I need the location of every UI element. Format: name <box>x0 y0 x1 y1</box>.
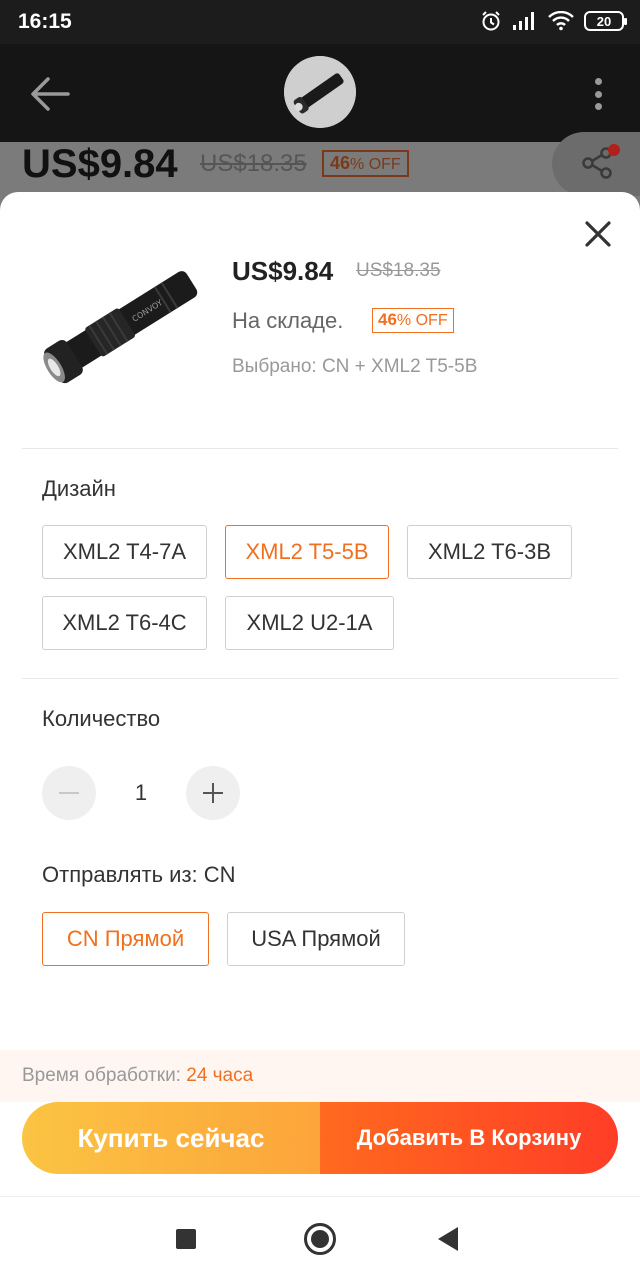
ship-option-cn[interactable]: CN Прямой <box>42 912 209 966</box>
processing-time: Время обработки: 24 часа <box>0 1050 640 1102</box>
purchase-actions: Купить сейчас Добавить В Корзину <box>22 1102 618 1174</box>
system-nav-bar <box>0 1196 640 1280</box>
status-time: 16:15 <box>18 10 72 33</box>
design-option-u2-1a[interactable]: XML2 U2-1A <box>225 596 394 650</box>
system-back-button[interactable] <box>438 1227 458 1251</box>
discount-number: 46 <box>378 310 397 329</box>
processing-time-value: 24 часа <box>186 1065 254 1086</box>
stock-status: На складе. <box>232 308 344 333</box>
divider <box>22 448 618 449</box>
product-image: CONVOY <box>30 250 214 400</box>
ship-from-label: Отправлять из: CN <box>42 862 236 887</box>
design-option-t6-4c[interactable]: XML2 T6-4C <box>42 596 207 650</box>
design-option-t5-5b[interactable]: XML2 T5-5B <box>225 525 389 579</box>
status-icons: 20 <box>480 10 627 32</box>
notification-dot <box>608 144 620 156</box>
background-discount-badge: 46% OFF <box>322 150 409 177</box>
divider <box>22 678 618 679</box>
discount-badge: 46% OFF <box>372 308 454 333</box>
wifi-icon <box>548 11 574 31</box>
design-label: Дизайн <box>42 476 116 501</box>
selected-summary: Выбрано: CN + XML2 T5-5B <box>232 356 478 377</box>
back-arrow-icon <box>31 77 70 111</box>
sheet-old-price: US$18.35 <box>356 260 441 281</box>
background-old-price: US$18.35 <box>200 150 307 177</box>
product-header <box>0 44 640 142</box>
background-discount-number: 46 <box>330 153 351 173</box>
sku-selection-sheet: CONVOY US$9.84 US$18.35 На складе. 46% O… <box>0 192 640 1196</box>
quantity-increase-button[interactable] <box>186 766 240 820</box>
minus-icon <box>59 792 79 794</box>
processing-time-label: Время обработки: <box>22 1065 187 1086</box>
design-option-t4-7a[interactable]: XML2 T4-7A <box>42 525 207 579</box>
header-product-thumbnail[interactable] <box>284 56 356 128</box>
recents-button[interactable] <box>176 1229 196 1249</box>
add-to-cart-button[interactable]: Добавить В Корзину <box>320 1102 618 1174</box>
quantity-label: Количество <box>42 706 161 731</box>
status-bar: 16:15 20 <box>0 0 640 44</box>
home-icon <box>311 1230 329 1248</box>
battery-icon: 20 <box>584 11 627 31</box>
back-button[interactable] <box>28 74 72 114</box>
close-button[interactable] <box>582 218 614 250</box>
plus-icon <box>203 783 223 803</box>
flashlight-thumbnail-image <box>284 56 356 128</box>
discount-suffix: % OFF <box>396 312 448 329</box>
close-icon <box>585 221 611 247</box>
flashlight-image: CONVOY <box>43 271 198 384</box>
alarm-icon <box>482 11 500 31</box>
design-option-t6-3b[interactable]: XML2 T6-3B <box>407 525 572 579</box>
more-options-button[interactable] <box>584 72 612 116</box>
quantity-decrease-button[interactable] <box>42 766 96 820</box>
share-button[interactable] <box>552 132 640 196</box>
background-discount-suffix: % OFF <box>350 156 401 173</box>
background-price: US$9.84 <box>22 142 178 186</box>
quantity-value[interactable]: 1 <box>126 780 156 806</box>
home-button[interactable] <box>304 1223 336 1255</box>
ship-option-usa[interactable]: USA Прямой <box>227 912 405 966</box>
battery-level: 20 <box>596 13 612 29</box>
sheet-price: US$9.84 <box>232 256 334 286</box>
signal-icon <box>513 12 534 30</box>
buy-now-button[interactable]: Купить сейчас <box>22 1102 320 1174</box>
